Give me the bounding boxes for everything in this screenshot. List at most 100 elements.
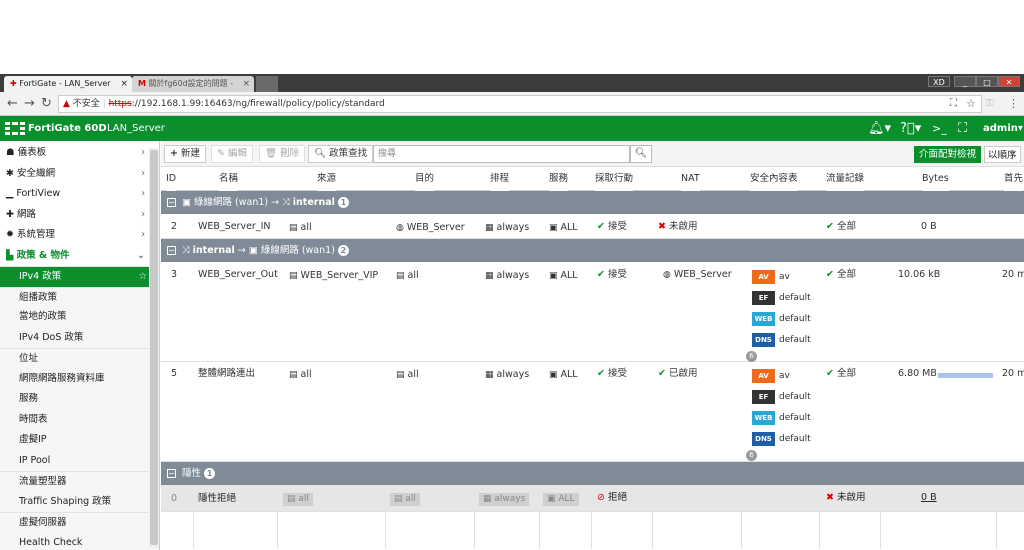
sidebar-item-local-policy[interactable]: 當地的政策 — [0, 307, 159, 328]
profile-button[interactable]: XD — [928, 76, 950, 87]
policy-name[interactable]: 隱性拒絕 — [198, 492, 236, 506]
service-cell[interactable]: ▣ ALL — [549, 368, 578, 382]
column-header-service[interactable]: 服務 — [549, 167, 569, 191]
group-header[interactable]: − ⤨ internal → ▣ 綠線網路 (wan1) 2 — [161, 239, 1024, 262]
sidebar-item-health-check[interactable]: Health Check — [0, 532, 159, 550]
group-header[interactable]: − ▣ 綠線網路 (wan1) → ⤨ internal 1 — [161, 191, 1024, 214]
policy-icon: ▙ — [6, 249, 14, 261]
sidebar-item-internet-service-db[interactable]: 網際網路服務資料庫 — [0, 368, 159, 389]
group-header[interactable]: − 隱性 1 — [161, 462, 1024, 485]
user-menu[interactable]: admin▾ — [983, 116, 1023, 141]
edit-button[interactable]: ✎ 編輯 — [211, 145, 254, 163]
column-header-source[interactable]: 來源 — [317, 167, 337, 191]
minimize-button[interactable]: _ — [954, 76, 976, 87]
sidebar-item-schedules[interactable]: 時間表 — [0, 409, 159, 430]
source-cell[interactable]: ▤ WEB_Server_VIP — [289, 269, 378, 283]
delete-button[interactable]: 🗑︎ 刪除 — [259, 145, 306, 163]
schedule-cell[interactable]: ▦ always — [485, 221, 529, 235]
security-fabric-icon: ✱ — [6, 167, 14, 179]
column-header-first-used[interactable]: 首先 — [1004, 167, 1024, 191]
sidebar-item-addresses[interactable]: 位址 — [0, 348, 159, 369]
source-cell[interactable]: ▤ all — [289, 368, 312, 382]
window-close-button[interactable]: ✕ — [998, 76, 1020, 87]
forward-arrow-icon[interactable]: → — [24, 95, 35, 113]
back-arrow-icon[interactable]: ← — [7, 95, 18, 113]
extension-icon[interactable]: ⚿ — [986, 95, 994, 113]
profile-web-filter[interactable]: WEB default — [752, 411, 811, 425]
close-tab-icon[interactable]: × — [120, 76, 128, 92]
service-cell[interactable]: ▣ ALL — [549, 221, 578, 235]
browser-menu-icon[interactable]: ⋮ — [1008, 95, 1019, 113]
column-header-log[interactable]: 流量記錄 — [826, 167, 865, 191]
star-icon[interactable]: ☆ — [138, 267, 147, 288]
policy-name[interactable]: 整體網路連出 — [198, 367, 255, 381]
destination-cell[interactable]: ▤ all — [396, 368, 419, 382]
sidebar-item-multicast-policy[interactable]: 組播政策 — [0, 286, 159, 307]
sidebar-item-fortiview[interactable]: ▁ FortiView › — [0, 184, 159, 205]
sidebar-item-security-fabric[interactable]: ✱ 安全織網 › — [0, 164, 159, 185]
sidebar-item-ipv4-policy[interactable]: IPv4 政策 ☆ — [0, 266, 159, 287]
schedule-cell[interactable]: ▦ always — [485, 368, 529, 382]
sequence-view-button[interactable]: 以順序 — [984, 146, 1021, 163]
column-header-bytes[interactable]: Bytes — [922, 167, 949, 191]
profile-web-filter[interactable]: WEB default — [752, 312, 811, 326]
sidebar-item-services[interactable]: 服務 — [0, 389, 159, 410]
more-profiles-badge[interactable]: 6 — [746, 351, 757, 362]
policy-name[interactable]: WEB_Server_IN — [198, 220, 270, 234]
sidebar-item-traffic-shaping-policy[interactable]: Traffic Shaping 政策 — [0, 491, 159, 512]
sidebar-item-dashboard[interactable]: ☗ 儀表板 › — [0, 143, 159, 164]
profile-dns-filter[interactable]: DNS default — [752, 333, 811, 347]
maximize-button[interactable]: □ — [976, 76, 998, 87]
profile-email-filter[interactable]: EF default — [752, 291, 811, 305]
policy-lookup-button[interactable]: 🔍︎ 政策查找 — [308, 145, 374, 163]
profile-av[interactable]: AV av — [752, 369, 790, 383]
search-icon[interactable]: 🔍︎ — [630, 145, 652, 163]
column-header-id[interactable]: ID — [166, 167, 177, 191]
bell-icon[interactable]: 🔔︎▾ — [868, 116, 891, 141]
translate-icon[interactable]: ⛶ — [950, 95, 957, 113]
sidebar-item-ip-pools[interactable]: IP Pool — [0, 450, 159, 471]
sidebar-item-network[interactable]: ✚ 網路 › — [0, 205, 159, 226]
sidebar-item-virtual-ips[interactable]: 虛擬IP — [0, 430, 159, 451]
column-header-nat[interactable]: NAT — [681, 167, 700, 191]
sidebar-item-virtual-servers[interactable]: 虛擬伺服器 — [0, 512, 159, 533]
collapse-icon[interactable]: − — [167, 198, 176, 207]
bookmark-star-icon[interactable]: ☆ — [966, 95, 976, 113]
schedule-cell[interactable]: ▦ always — [485, 269, 529, 283]
cli-console-icon[interactable]: >_ — [932, 116, 947, 141]
nat-cell[interactable]: ◍ WEB_Server — [663, 268, 732, 282]
column-header-action[interactable]: 採取行動 — [595, 167, 634, 191]
address-bar[interactable]: ▲ 不安全 | https://192.168.1.99:16463/ng/fi… — [58, 95, 982, 113]
browser-tab-fortigate[interactable]: ✚ FortiGate - LAN_Server × — [4, 76, 132, 92]
profile-dns-filter[interactable]: DNS default — [752, 432, 811, 446]
source-cell[interactable]: ▤ all — [289, 221, 312, 235]
interface-pair-view-button[interactable]: 介面配對檢視 — [914, 146, 982, 163]
policy-name[interactable]: WEB_Server_Out — [198, 268, 278, 282]
browser-tab-gmail[interactable]: M 關於fg60d設定的問題 - × — [132, 76, 254, 92]
service-cell[interactable]: ▣ ALL — [549, 269, 578, 283]
sidebar-scroll-thumb[interactable] — [150, 150, 158, 545]
network-icon: ✚ — [6, 208, 14, 220]
collapse-icon[interactable]: − — [167, 469, 176, 478]
profile-email-filter[interactable]: EF default — [752, 390, 811, 404]
column-header-schedule[interactable]: 排程 — [490, 167, 510, 191]
sidebar-item-policy-objects[interactable]: ▙ 政策 & 物件 ⌄ — [0, 246, 159, 267]
destination-cell[interactable]: ▤ all — [396, 269, 419, 283]
more-profiles-badge[interactable]: 6 — [746, 450, 757, 461]
column-header-name[interactable]: 名稱 — [219, 167, 239, 191]
sidebar-item-traffic-shapers[interactable]: 流量塑型器 — [0, 471, 159, 492]
collapse-icon[interactable]: − — [167, 246, 176, 255]
sidebar-item-ipv4-dos-policy[interactable]: IPv4 DoS 政策 — [0, 327, 159, 348]
close-tab-icon[interactable]: × — [242, 76, 250, 92]
destination-cell[interactable]: ◍ WEB_Server — [396, 221, 465, 235]
help-icon[interactable]: ?⃝▾ — [900, 116, 921, 141]
sidebar-item-system[interactable]: ✹ 系統管理 › — [0, 225, 159, 246]
column-header-destination[interactable]: 目的 — [415, 167, 435, 191]
fullscreen-icon[interactable]: ⛶ — [958, 116, 967, 141]
search-input[interactable]: 搜尋 — [373, 145, 630, 163]
column-header-security-profiles[interactable]: 安全內容表 — [750, 167, 798, 191]
profile-av[interactable]: AV av — [752, 270, 790, 284]
new-button[interactable]: + 新建 — [164, 145, 207, 163]
new-tab-button[interactable] — [256, 76, 278, 92]
reload-icon[interactable]: ↻ — [41, 95, 52, 113]
